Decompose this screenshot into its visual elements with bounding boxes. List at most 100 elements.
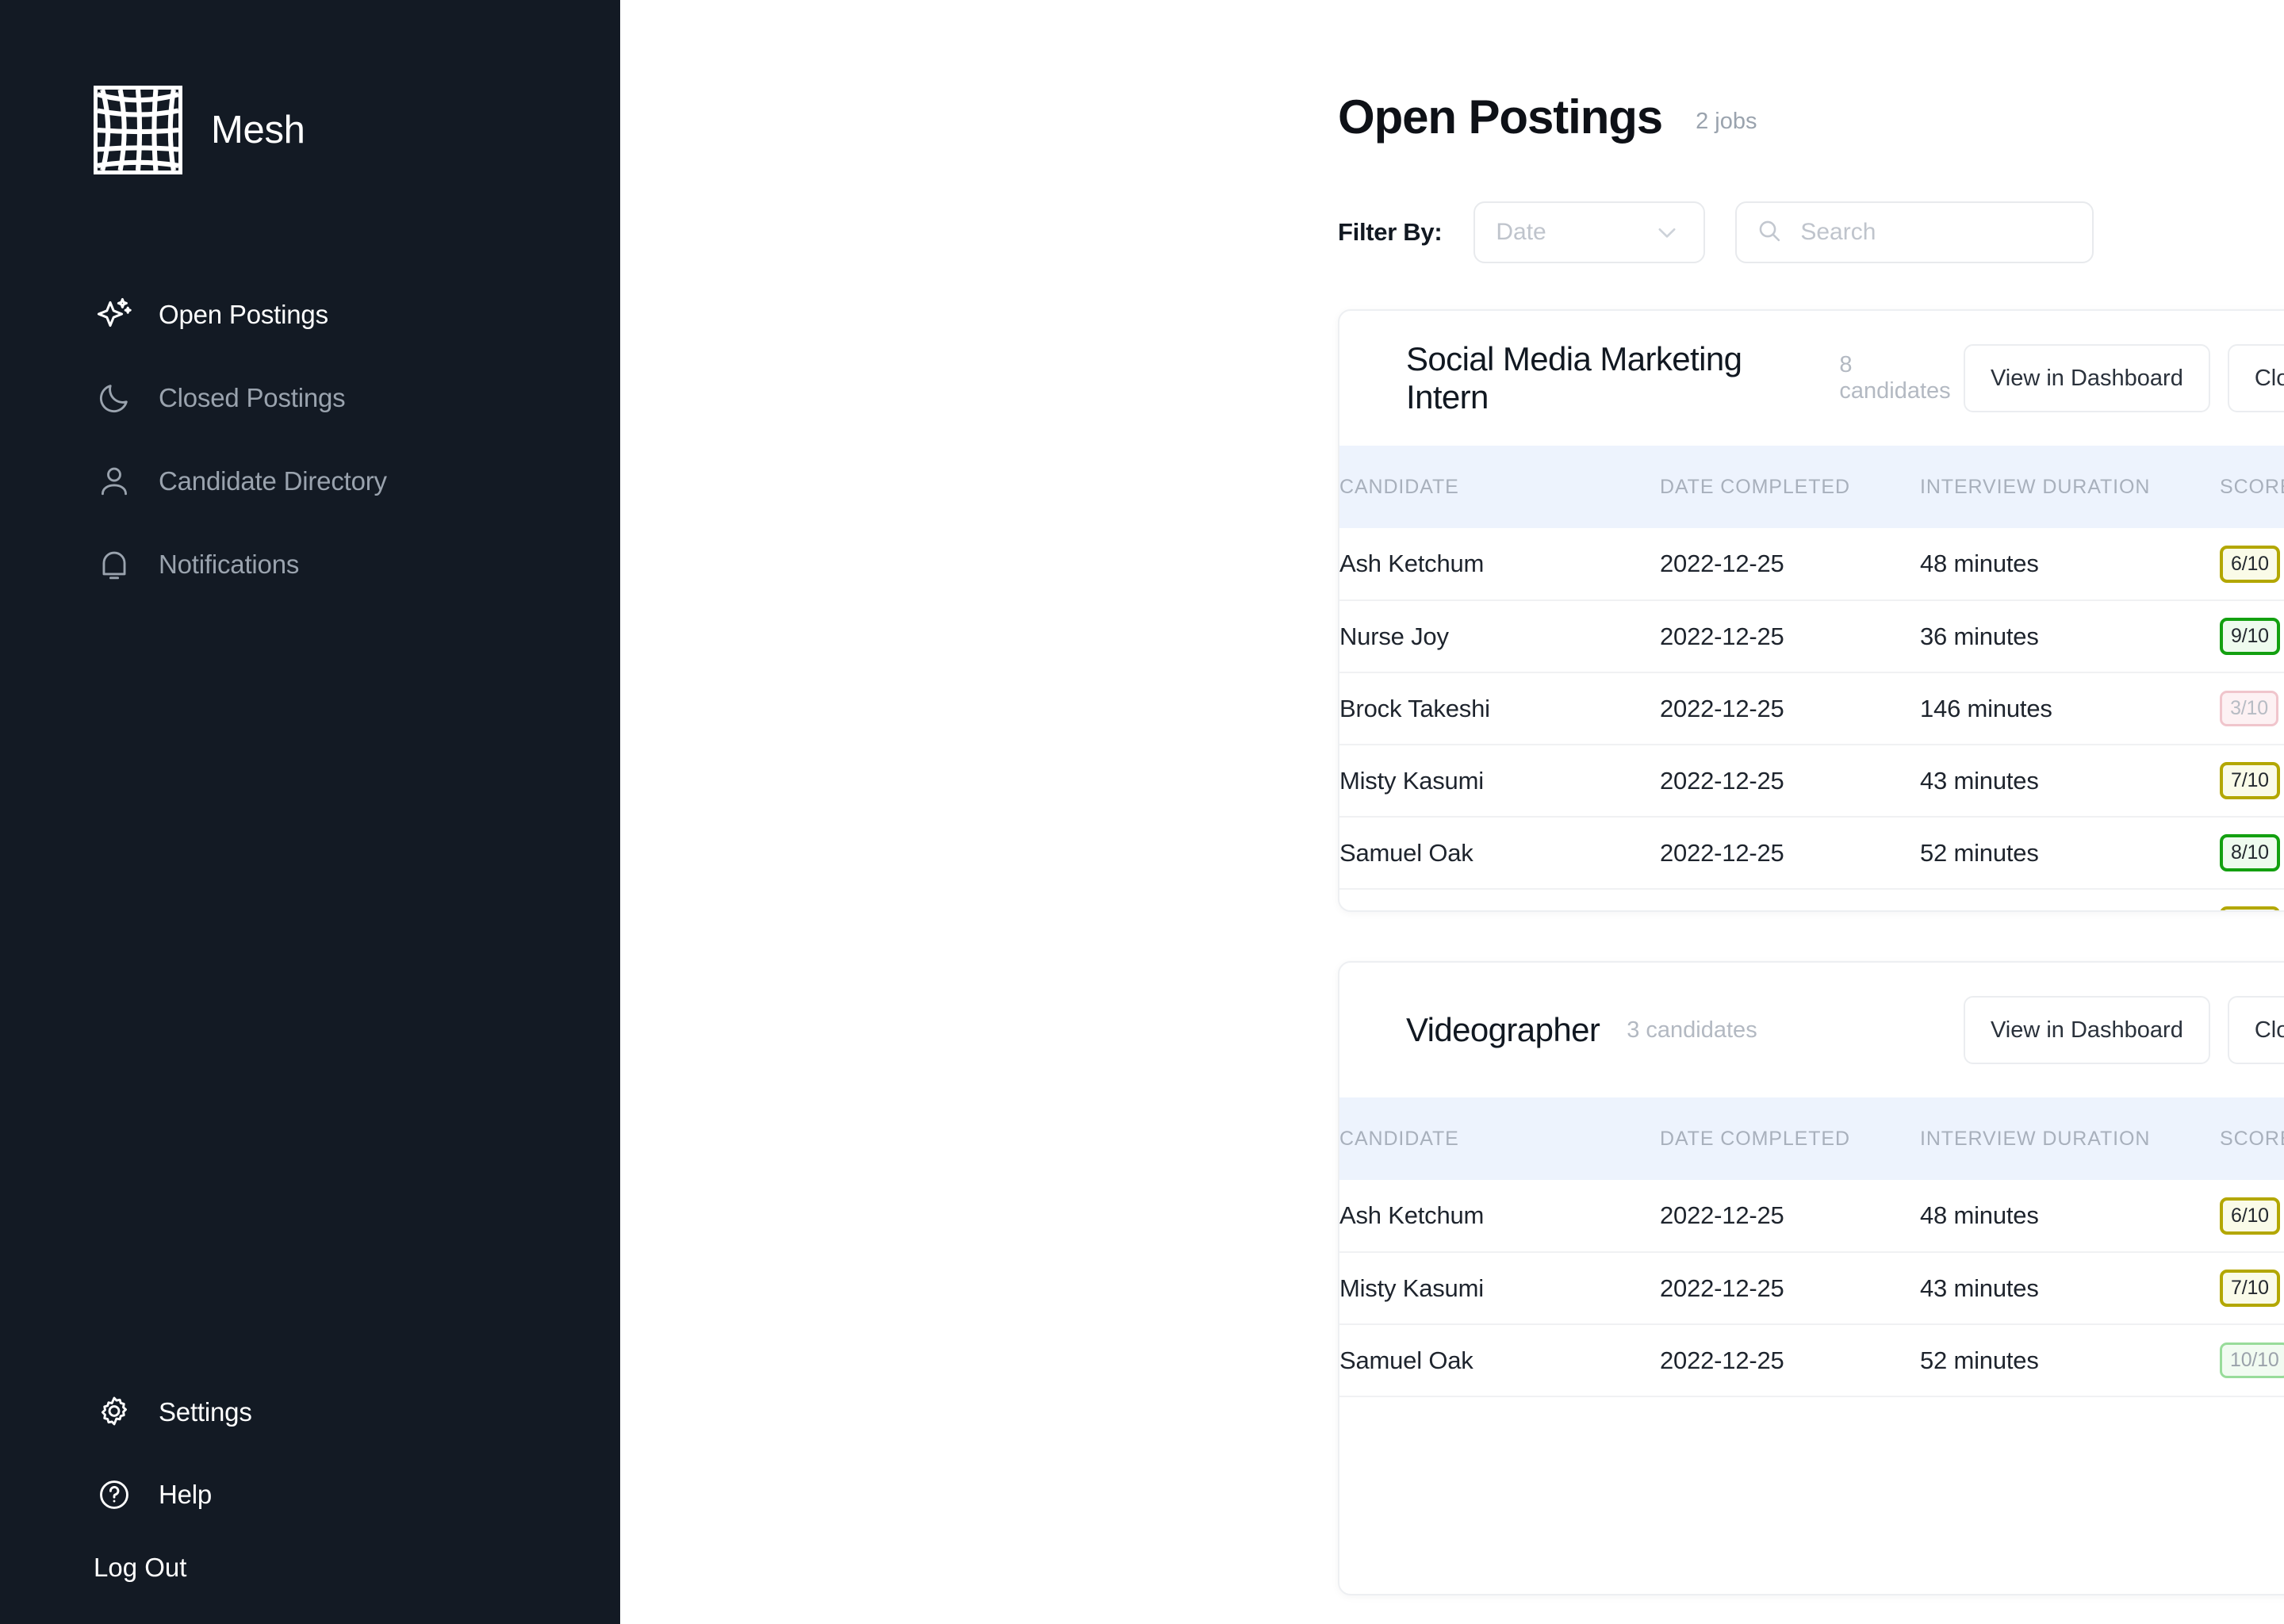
- interview-duration: 43 minutes: [1920, 745, 2220, 818]
- table-row: Nurse Joy2022-12-2536 minutes9/10Insight…: [1339, 600, 2284, 673]
- score-badge: 6/10: [2220, 906, 2280, 910]
- job-title: Social Media Marketing Intern: [1406, 340, 1742, 416]
- score-badge: 7/10: [2220, 1270, 2280, 1307]
- job-table-scroll[interactable]: CANDIDATE DATE COMPLETED INTERVIEW DURATIO…: [1339, 1097, 2284, 1397]
- score-cell: 7/10: [2220, 745, 2284, 818]
- score-badge: 8/10: [2220, 834, 2280, 871]
- app-root: Mesh Open Postings Closed Postings Candi…: [0, 0, 2284, 1624]
- date-completed: 2022-12-25: [1660, 528, 1920, 601]
- job-card-header: Social Media Marketing Intern 8 candidate…: [1339, 311, 2284, 446]
- sidebar-item-label: Help: [159, 1480, 213, 1509]
- question-circle-icon: [94, 1474, 135, 1515]
- user-icon: [94, 461, 135, 502]
- column-header: SCORE: [2220, 1097, 2284, 1180]
- view-in-dashboard-button[interactable]: View in Dashboard: [1963, 996, 2210, 1064]
- page-header: Open Postings 2 jobs Create New: [1338, 0, 2284, 141]
- table-header-row: CANDIDATE DATE COMPLETED INTERVIEW DURATIO…: [1339, 446, 2284, 528]
- job-table-scroll[interactable]: CANDIDATE DATE COMPLETED INTERVIEW DURATIO…: [1339, 446, 2284, 910]
- job-card-header: Videographer 3 candidates View in Dashboar…: [1339, 963, 2284, 1097]
- date-completed: 2022-12-25: [1660, 1324, 1920, 1397]
- candidate-name: Misty Kasumi: [1339, 745, 1660, 818]
- sidebar-item-label: Open Postings: [159, 300, 328, 329]
- sparkle-icon: [94, 294, 135, 335]
- date-filter-select[interactable]: Date: [1473, 201, 1706, 263]
- logout-button[interactable]: Log Out: [0, 1553, 620, 1583]
- filter-bar: Filter By: Date: [1338, 201, 2284, 263]
- search-input[interactable]: [1800, 219, 2074, 246]
- score-cell: 7/10: [2220, 1252, 2284, 1325]
- column-header: DATE COMPLETED: [1660, 1097, 1920, 1180]
- score-cell: 10/10: [2220, 1324, 2284, 1397]
- sidebar: Mesh Open Postings Closed Postings Candi…: [0, 0, 620, 1624]
- bell-icon: [94, 544, 135, 585]
- search-box[interactable]: [1735, 201, 2094, 263]
- date-completed: 2022-12-25: [1660, 817, 1920, 890]
- sidebar-item-open-postings[interactable]: Open Postings: [0, 290, 620, 339]
- sidebar-item-label: Notifications: [159, 550, 300, 579]
- score-cell: 6/10: [2220, 889, 2284, 910]
- candidate-name: Samuel Oak: [1339, 817, 1660, 890]
- table-header-row: CANDIDATE DATE COMPLETED INTERVIEW DURATIO…: [1339, 1097, 2284, 1180]
- column-header: INTERVIEW DURATION: [1920, 446, 2220, 528]
- view-in-dashboard-button[interactable]: View in Dashboard: [1963, 344, 2210, 412]
- candidate-name: Nurse Joy: [1339, 600, 1660, 673]
- brand: Mesh: [0, 0, 620, 174]
- score-badge: 7/10: [2220, 762, 2280, 799]
- job-card: Social Media Marketing Intern 8 candidate…: [1338, 309, 2284, 912]
- date-completed: 2022-12-25: [1660, 1180, 1920, 1253]
- job-card-actions: View in Dashboard Close: [1963, 996, 2284, 1064]
- job-card: Videographer 3 candidates View in Dashboar…: [1338, 961, 2284, 1595]
- score-badge: 6/10: [2220, 545, 2280, 583]
- sidebar-item-help[interactable]: Help: [0, 1470, 620, 1519]
- brand-name: Mesh: [211, 109, 305, 151]
- gear-icon: [94, 1392, 135, 1433]
- candidate-name: Brock Takeshi: [1339, 672, 1660, 745]
- candidate-count-label: 8 candidates: [1839, 352, 1951, 404]
- interview-duration: 48 minutes: [1920, 1180, 2220, 1253]
- interview-duration: 43 minutes: [1920, 1252, 2220, 1325]
- sidebar-item-settings[interactable]: Settings: [0, 1388, 620, 1437]
- interview-duration: 36 minutes: [1920, 600, 2220, 673]
- sidebar-item-label: Settings: [159, 1397, 252, 1427]
- candidates-table: CANDIDATE DATE COMPLETED INTERVIEW DURATIO…: [1339, 446, 2284, 910]
- sidebar-item-notifications[interactable]: Notifications: [0, 540, 620, 589]
- score-badge: 10/10: [2220, 1342, 2284, 1378]
- table-row: Samuel Oak2022-12-2552 minutes10/10Insig…: [1339, 1324, 2284, 1397]
- mesh-grid-logo-icon: [94, 86, 182, 174]
- close-job-button[interactable]: Close: [2227, 996, 2284, 1064]
- score-cell: 6/10: [2220, 1180, 2284, 1253]
- column-header: DATE COMPLETED: [1660, 446, 1920, 528]
- chevron-down-icon: [1651, 216, 1683, 248]
- sidebar-item-closed-postings[interactable]: Closed Postings: [0, 373, 620, 423]
- table-row: Ash Ketchum2022-12-2548 minutes6/10Insig…: [1339, 1180, 2284, 1253]
- filter-by-label: Filter By:: [1338, 218, 1443, 246]
- score-badge: 3/10: [2220, 691, 2278, 726]
- table-row: Brock Takeshi2022-12-25146 minutes3/10In…: [1339, 672, 2284, 745]
- score-cell: 6/10: [2220, 528, 2284, 601]
- score-badge: 9/10: [2220, 618, 2280, 655]
- sidebar-item-candidate-directory[interactable]: Candidate Directory: [0, 457, 620, 506]
- column-header: SCORE: [2220, 446, 2284, 528]
- column-header: INTERVIEW DURATION: [1920, 1097, 2220, 1180]
- job-cards-container: Social Media Marketing Intern 8 candidate…: [1338, 309, 2284, 1595]
- job-card-actions: View in Dashboard Close: [1963, 344, 2284, 412]
- sidebar-bottom-nav: Settings Help Log Out: [0, 1388, 620, 1624]
- candidate-count-label: 3 candidates: [1627, 1017, 1757, 1043]
- candidate-name: Samuel Oak: [1339, 1324, 1660, 1397]
- interview-duration: 59 minutes: [1920, 889, 2220, 910]
- job-title: Videographer: [1406, 1011, 1600, 1048]
- interview-duration: 146 minutes: [1920, 672, 2220, 745]
- close-job-button[interactable]: Close: [2227, 344, 2284, 412]
- moon-icon: [94, 377, 135, 419]
- score-cell: 3/10: [2220, 672, 2284, 745]
- job-count-label: 2 jobs: [1696, 109, 1757, 134]
- date-completed: 2022-12-25: [1660, 600, 1920, 673]
- sidebar-item-label: Candidate Directory: [159, 466, 387, 496]
- sidebar-item-label: Closed Postings: [159, 383, 346, 412]
- column-header: CANDIDATE: [1339, 446, 1660, 528]
- candidate-name: Misty Kasumi: [1339, 1252, 1660, 1325]
- table-row: Misty Kasumi2022-12-2543 minutes7/10Insi…: [1339, 745, 2284, 818]
- date-filter-value: Date: [1496, 219, 1546, 245]
- date-completed: 2022-12-25: [1660, 889, 1920, 910]
- candidate-name: Ash Ketchum: [1339, 528, 1660, 601]
